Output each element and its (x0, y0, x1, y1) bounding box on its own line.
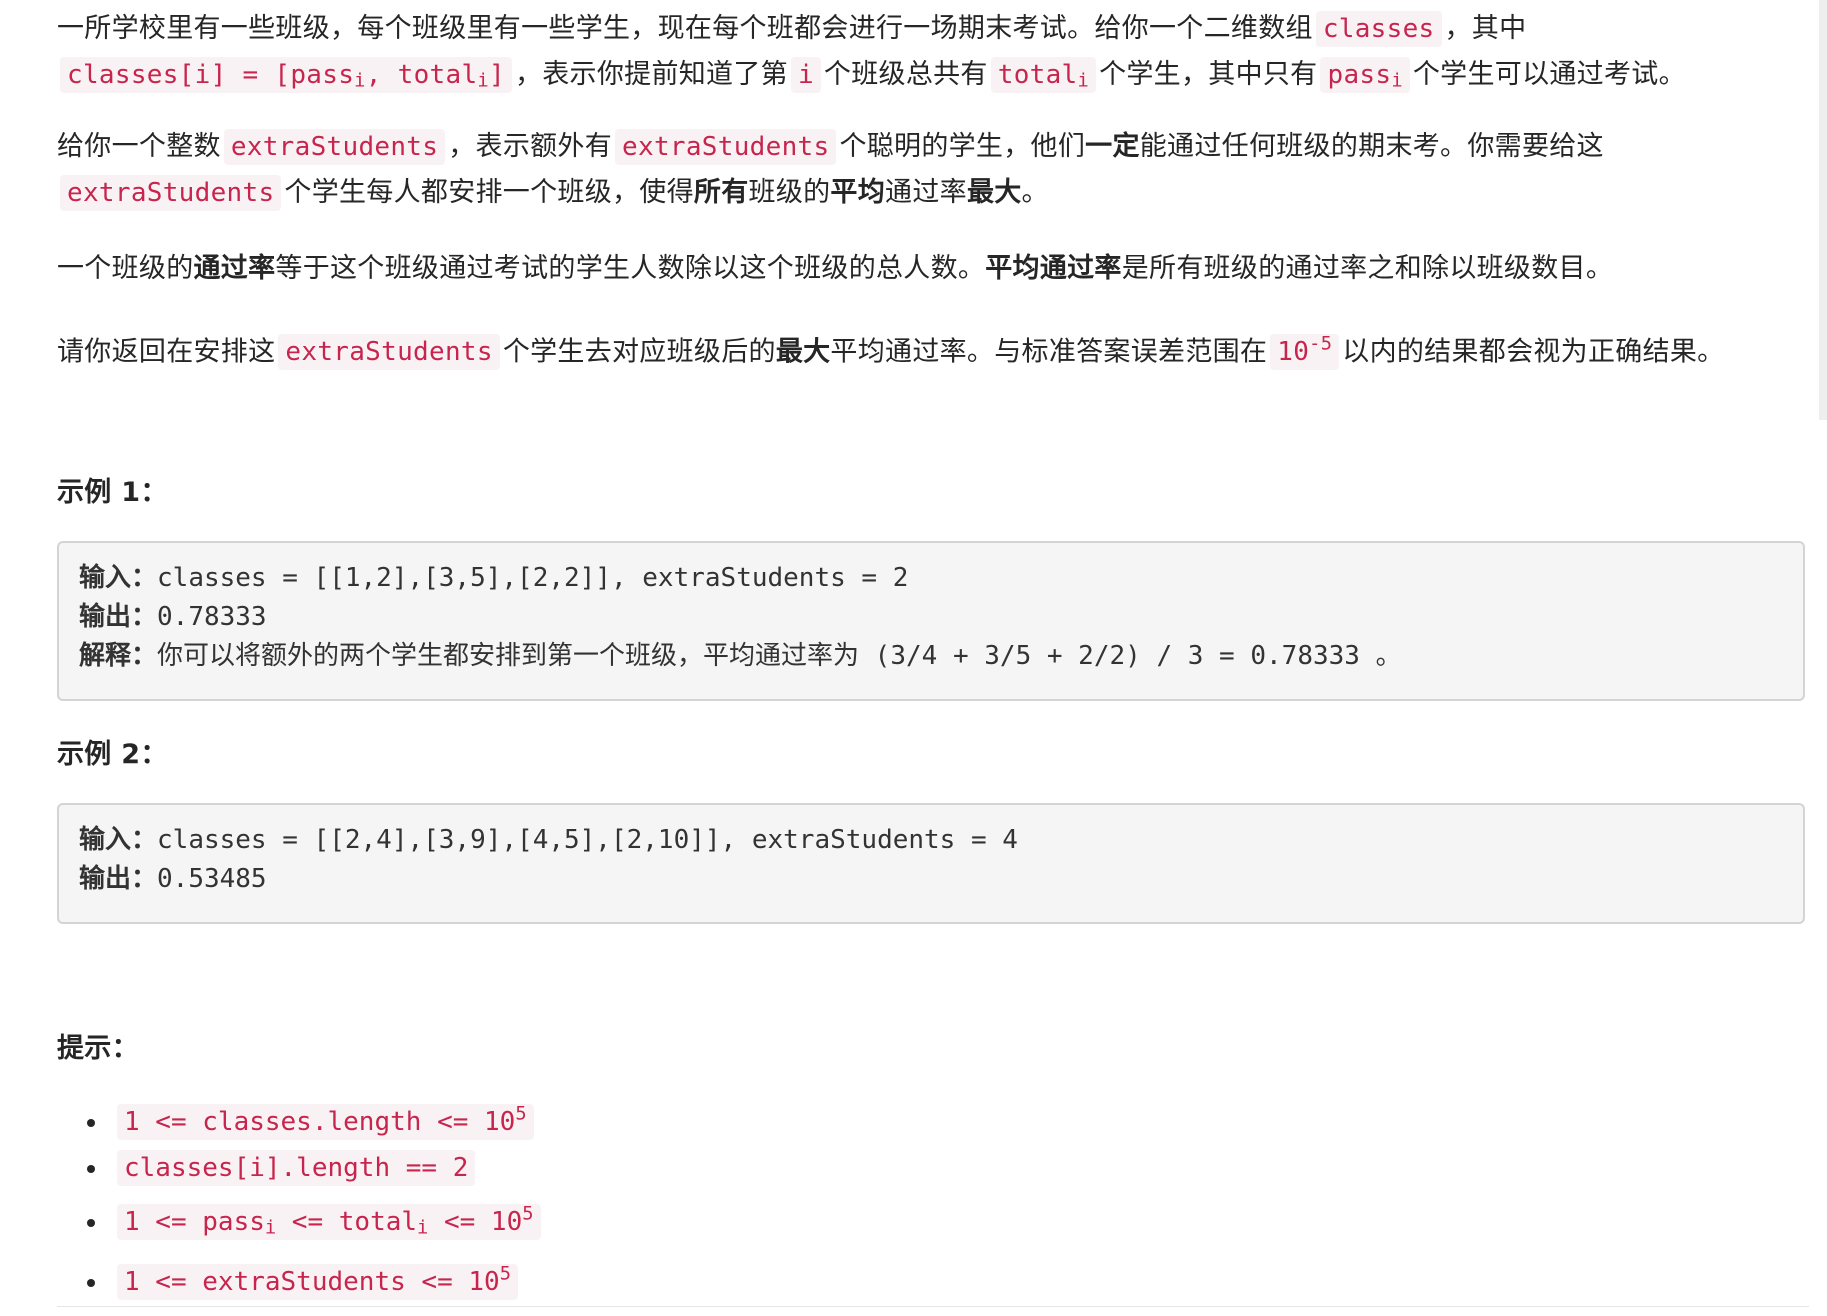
constraint-code: 1 <= classes.length <= 105 (117, 1104, 534, 1141)
bold-text: 通过率 (193, 253, 276, 284)
constraint-item: 1 <= passi <= totali <= 105 (109, 1191, 544, 1251)
text: 以内的结果都会视为正确结果。 (1342, 336, 1725, 368)
text: 给你一个整数 (57, 131, 221, 162)
bold-text: 所有 (693, 177, 749, 208)
example-1-output: 0.78333 (157, 602, 267, 632)
text: 等于这个班级通过考试的学生人数除以这个班级的总人数。 (275, 253, 986, 284)
example-1-input: classes = [[1,2],[3,5],[2,2]], extraStud… (157, 563, 909, 593)
text: 请你返回在安排这 (57, 336, 276, 368)
bold-text: 一定 (1085, 131, 1140, 162)
inline-code-extra-students: extraStudents (60, 175, 282, 211)
inline-code-total: totali (990, 57, 1097, 93)
constraints-list: 1 <= classes.length <= 105 classes[i].le… (57, 1092, 544, 1305)
scrollbar[interactable] (1819, 0, 1827, 420)
constraint-item: classes[i].length == 2 (109, 1145, 544, 1191)
text: 一所学校里有一些班级，每个班级里有一些学生，现在每个班都会进行一场期末考试。给你… (57, 13, 1313, 44)
text: 个学生可以通过考试。 (1412, 59, 1686, 90)
example-1-expression: (3/4 + 3/5 + 2/2) / 3 = 0.78333 (859, 641, 1376, 671)
text: 个聪明的学生，他们 (839, 131, 1086, 162)
example-1-explanation: 你可以将额外的两个学生都安排到第一个班级，平均通过率为 (157, 641, 860, 671)
text: 个学生，其中只有 (1099, 59, 1318, 90)
example-2-input: classes = [[2,4],[3,9],[4,5],[2,10]], ex… (157, 825, 1018, 855)
constraint-code: 1 <= extraStudents <= 105 (117, 1263, 518, 1300)
text: 是所有班级的通过率之和除以班级数目。 (1121, 253, 1614, 284)
explanation-label: 解释： (79, 641, 158, 671)
inline-code-classes: classes (1315, 11, 1442, 47)
text: ，表示额外有 (448, 131, 613, 162)
bold-text: 平均通过率 (985, 253, 1122, 284)
text: 能通过任何班级的期末考。你需要给这 (1139, 131, 1604, 162)
text: 。 (1021, 177, 1049, 208)
text: 个学生去对应班级后的 (502, 336, 776, 368)
bold-text: 最大 (775, 336, 831, 368)
constraint-code: 1 <= passi <= totali <= 105 (117, 1203, 541, 1240)
text: ，其中 (1444, 13, 1527, 44)
output-label: 输出： (79, 602, 158, 632)
text: 班级的 (748, 177, 831, 208)
section-divider (57, 1306, 1809, 1307)
text: 一个班级的 (57, 253, 194, 284)
input-label: 输入： (79, 563, 158, 593)
bold-text: 平均 (830, 177, 886, 208)
constraint-item: 1 <= extraStudents <= 105 (109, 1251, 544, 1304)
description-paragraph-4: 请你返回在安排这 extraStudents 个学生去对应班级后的最大平均通过率。与… (57, 322, 1809, 375)
text: 通过率 (885, 177, 967, 208)
explanation-end: 。 (1375, 641, 1402, 671)
text: ，表示你提前知道了第 (514, 59, 788, 90)
inline-code-pass: passi (1320, 57, 1410, 93)
example-2-title: 示例 2： (57, 739, 168, 770)
output-label: 输出： (79, 864, 158, 894)
inline-code-i: i (790, 57, 821, 93)
example-1-title: 示例 1： (57, 477, 168, 508)
constraint-item: 1 <= classes.length <= 105 (109, 1092, 544, 1145)
inline-code-extra-students: extraStudents (223, 129, 446, 165)
inline-code-extra-students: extraStudents (615, 129, 837, 165)
description-paragraph-3: 一个班级的通过率等于这个班级通过考试的学生人数除以这个班级的总人数。平均通过率是… (57, 246, 1809, 292)
example-2-output: 0.53485 (157, 864, 267, 894)
example-1-block: 输入：classes = [[1,2],[3,5],[2,2]], extraS… (57, 541, 1805, 701)
inline-code-tolerance: 10-5 (1270, 334, 1340, 371)
text: 平均通过率。与标准答案误差范围在 (830, 336, 1268, 368)
inline-code-extra-students: extraStudents (278, 334, 500, 371)
inline-code-classes-definition: classes[i] = [passi, totali] (60, 57, 512, 93)
description-paragraph-2: 给你一个整数 extraStudents ，表示额外有 extraStudents 个聪… (57, 124, 1707, 216)
constraint-code: classes[i].length == 2 (117, 1150, 476, 1187)
constraints-title: 提示： (57, 1033, 139, 1064)
text: 个学生每人都安排一个班级，使得 (284, 177, 694, 208)
text: 个班级总共有 (823, 59, 988, 90)
bold-text: 最大 (966, 177, 1022, 208)
example-2-block: 输入：classes = [[2,4],[3,9],[4,5],[2,10]],… (57, 803, 1805, 924)
description-paragraph-1: 一所学校里有一些班级，每个班级里有一些学生，现在每个班都会进行一场期末考试。给你… (57, 6, 1809, 105)
input-label: 输入： (79, 825, 158, 855)
